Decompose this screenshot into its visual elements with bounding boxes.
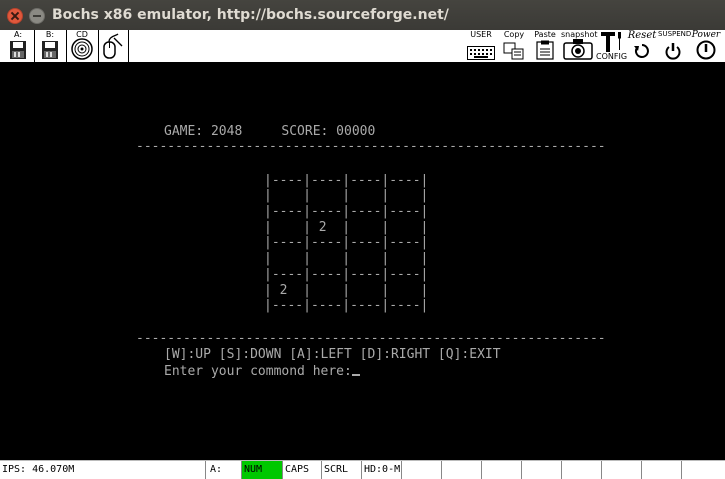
status-slot (401, 461, 441, 479)
camera-icon (563, 39, 593, 60)
config-button[interactable]: CONFIG (596, 30, 627, 62)
suspend-button[interactable]: SUSPEND (658, 30, 691, 62)
emulator-screen[interactable]: GAME: 2048 SCORE: 00000 ----------------… (0, 63, 725, 460)
cdrom-button[interactable]: CD (68, 30, 96, 62)
status-slot (481, 461, 521, 479)
board-row: |----|----|----|----| (264, 235, 429, 250)
separator-top: ----------------------------------------… (136, 139, 606, 154)
caps-lock-indicator: CAPS (282, 461, 321, 479)
status-slot (561, 461, 601, 479)
title-bar: Bochs x86 emulator, http://bochs.sourcef… (0, 0, 725, 30)
separator-bottom: ----------------------------------------… (136, 331, 606, 346)
copy-icon (503, 42, 524, 60)
user-button[interactable]: USER (466, 30, 496, 62)
config-tools-icon (601, 32, 621, 52)
board-row: | | 2 | | | (264, 220, 429, 235)
status-slot (521, 461, 561, 479)
board-row: | | | | | (264, 188, 429, 203)
window-title: Bochs x86 emulator, http://bochs.sourcef… (52, 7, 449, 23)
scroll-lock-indicator: SCRL (321, 461, 361, 479)
floppy-indicator: A: (205, 461, 241, 479)
cdrom-icon (71, 38, 93, 60)
close-window-button[interactable] (7, 8, 23, 24)
reset-icon (634, 44, 649, 58)
controls-help: [W]:UP [S]:DOWN [A]:LEFT [D]:RIGHT [Q]:E… (164, 347, 501, 362)
paste-button[interactable]: Paste (533, 30, 557, 62)
status-slot (441, 461, 481, 479)
reset-button[interactable]: Reset (626, 30, 658, 62)
status-bar: IPS: 46.070M A: NUM CAPS SCRL HD:0-M (0, 460, 725, 479)
mouse-icon (103, 33, 123, 59)
floppy-b-button[interactable]: B: (38, 30, 62, 62)
copy-button[interactable]: Copy (502, 30, 526, 62)
power-icon (696, 40, 716, 60)
board-row: |----|----|----|----| (264, 173, 429, 188)
snapshot-button[interactable]: snapshot (561, 30, 598, 62)
board-row: | | | | | (264, 251, 429, 266)
game-header: GAME: 2048 SCORE: 00000 (164, 124, 376, 139)
floppy-disk-icon (10, 41, 26, 59)
suspend-icon (665, 43, 681, 60)
num-lock-indicator: NUM (241, 461, 282, 479)
toolbar: A: B: CD USER Copy Paste snapshot CONFIG… (0, 30, 725, 63)
status-slot (641, 461, 681, 479)
board-row: | 2 | | | | (264, 283, 429, 298)
keyboard-icon (467, 46, 495, 60)
board-row: |----|----|----|----| (264, 267, 429, 282)
status-slot (601, 461, 641, 479)
power-button[interactable]: Power (690, 30, 722, 62)
mouse-capture-button[interactable] (100, 30, 126, 62)
status-slot (681, 461, 725, 479)
board-row: |----|----|----|----| (264, 204, 429, 219)
ips-indicator: IPS: 46.070M (2, 464, 75, 475)
floppy-disk-icon (42, 41, 58, 59)
floppy-a-button[interactable]: A: (6, 30, 30, 62)
hd-indicator: HD:0-M (361, 461, 401, 479)
board-row: |----|----|----|----| (264, 298, 429, 313)
paste-icon (536, 40, 554, 60)
text-cursor (351, 374, 360, 376)
minimize-window-button[interactable] (29, 8, 45, 24)
prompt-text: Enter your commond here: (164, 364, 352, 379)
command-prompt[interactable]: Enter your commond here: (164, 364, 360, 379)
